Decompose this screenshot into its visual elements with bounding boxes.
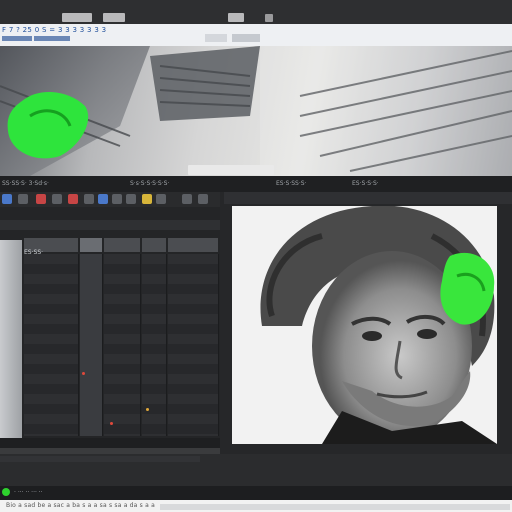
track-header[interactable] xyxy=(80,238,102,252)
tool-icon-b[interactable] xyxy=(18,194,28,204)
tool-icon-i[interactable] xyxy=(126,194,136,204)
clip-marker[interactable] xyxy=(82,372,85,375)
breadcrumb-segment xyxy=(34,36,70,41)
track-lane[interactable] xyxy=(104,254,141,436)
breadcrumb-segment xyxy=(2,36,32,41)
tool-icon-d[interactable] xyxy=(52,194,62,204)
timeline-header xyxy=(0,220,220,230)
footer-text: Bio a sad be a sac a ba s a a sa s sa a … xyxy=(6,502,155,509)
tool-icon-h[interactable] xyxy=(112,194,122,204)
timeline-footer xyxy=(0,438,220,448)
status-bar xyxy=(0,486,512,500)
scrollbar[interactable] xyxy=(0,456,200,462)
status-text: · ··· ·· ··· ·· xyxy=(14,489,43,496)
clip-marker[interactable] xyxy=(146,408,149,411)
address-text: F 7 ? 25 0 S = 3 3 3 3 3 3 3 xyxy=(2,26,107,34)
tool-icon-l[interactable] xyxy=(182,194,192,204)
strip-label[interactable]: SS·SS·S· 3·Sd·s· xyxy=(2,180,49,187)
track-header[interactable] xyxy=(168,238,218,252)
tool-icon-f[interactable] xyxy=(84,194,94,204)
tool-icon-k[interactable] xyxy=(156,194,166,204)
track-lane[interactable] xyxy=(168,254,219,436)
address-action-button[interactable] xyxy=(232,34,260,42)
address-action-button[interactable] xyxy=(205,34,227,42)
tab-3[interactable] xyxy=(228,13,244,22)
footer-input[interactable] xyxy=(160,504,510,510)
strip-label[interactable]: S·s·S·S·S·S·S· xyxy=(130,180,169,187)
timeline-rail xyxy=(0,240,22,440)
tool-icon-j[interactable] xyxy=(142,194,152,204)
tool-icon-e[interactable] xyxy=(68,194,78,204)
tool-icon-g[interactable] xyxy=(98,194,108,204)
menu-strip xyxy=(0,176,512,192)
window-control-icon[interactable] xyxy=(265,14,273,22)
tool-icon-m[interactable] xyxy=(198,194,208,204)
strip-label[interactable]: ES·S·SS·S· xyxy=(276,180,306,187)
hero-banner-image xyxy=(0,46,512,176)
tab-2[interactable] xyxy=(103,13,125,22)
portrait-image xyxy=(232,206,497,444)
tool-icon-a[interactable] xyxy=(2,194,12,204)
preview-header xyxy=(224,192,512,204)
track-header[interactable] xyxy=(142,238,166,252)
clip-marker[interactable] xyxy=(110,422,113,425)
tab-1[interactable] xyxy=(62,13,92,22)
track-header[interactable] xyxy=(104,238,140,252)
track-lane[interactable] xyxy=(24,254,79,436)
strip-label[interactable]: ES·S·S·S· xyxy=(352,180,379,187)
portrait-illustration xyxy=(232,206,497,444)
hero-illustration xyxy=(0,46,512,176)
status-indicator-icon xyxy=(2,488,10,496)
hero-caption xyxy=(188,165,274,175)
tool-icon-c[interactable] xyxy=(36,194,46,204)
track-lane[interactable] xyxy=(80,254,103,436)
